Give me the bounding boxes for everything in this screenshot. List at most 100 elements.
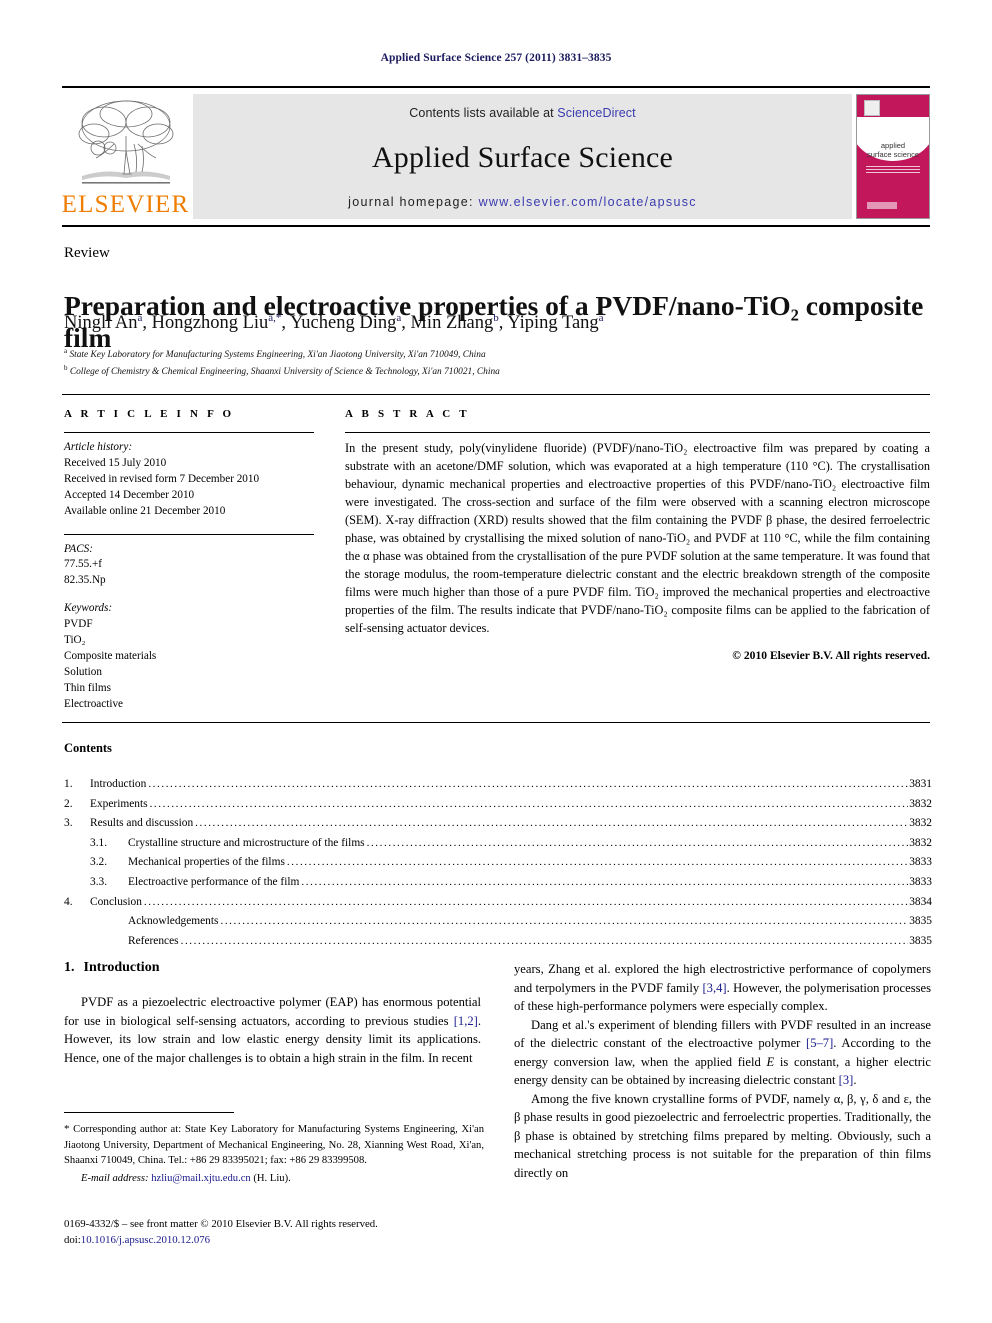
article-info-column: A R T I C L E I N F O Article history: R… <box>64 408 314 713</box>
toc-entry-subnumber: 3.3. <box>90 876 108 889</box>
toc-leader-dots: ........................................… <box>301 876 908 889</box>
toc-entry-number: 1. <box>64 778 73 790</box>
toc-entry-page: 3832 <box>909 817 932 830</box>
abstract-heading: A B S T R A C T <box>345 408 470 420</box>
toc-entry[interactable]: References..............................… <box>64 932 932 952</box>
body-paragraph: Dang et al.'s experiment of blending fil… <box>514 1017 931 1088</box>
toc-entry-label: Experiments <box>90 797 148 810</box>
corresponding-author-text: * Corresponding author at: State Key Lab… <box>64 1123 484 1166</box>
article-info-divider <box>64 432 314 433</box>
toc-entry-label: Crystalline structure and microstructure… <box>128 836 365 849</box>
pacs-label: PACS: <box>64 542 94 555</box>
article-history-label: Article history: <box>64 441 133 453</box>
doi-label: doi: <box>64 1234 81 1247</box>
toc-entry[interactable]: 2. Experiments...........................… <box>64 795 932 815</box>
cover-title-line-2: surface science <box>866 149 920 159</box>
abstract-copyright: © 2010 Elsevier B.V. All rights reserved… <box>732 649 930 663</box>
keyword-item: Solution <box>64 665 102 678</box>
body-paragraph: PVDF as a piezoelectric electroactive po… <box>64 995 481 1065</box>
body-paragraph: years, Zhang et al. explored the high el… <box>514 962 931 1013</box>
toc-entry-number: 4. <box>64 895 73 908</box>
history-item: Available online 21 December 2010 <box>64 504 226 517</box>
toc-entry-page: 3832 <box>909 797 932 810</box>
toc-entry-page: 3831 <box>909 778 932 790</box>
toc-entry[interactable]: 3.2. Mechanical properties of the films..… <box>64 853 932 873</box>
elsevier-wordmark: ELSEVIER <box>61 191 190 218</box>
section-title: Introduction <box>83 960 160 975</box>
journal-article-page: Applied Surface Science 257 (2011) 3831–… <box>0 0 992 1323</box>
elsevier-tree-icon <box>78 100 173 184</box>
toc-entry-subnumber: 3.2. <box>90 856 108 869</box>
toc-entry-page: 3833 <box>909 856 932 869</box>
toc-entry[interactable]: 4. Conclusion............................… <box>64 893 932 913</box>
cover-journal-title: applied surface science <box>857 141 929 160</box>
toc-entry-label: Electroactive performance of the film <box>128 876 300 889</box>
toc-entry-label: Acknowledgements <box>128 915 219 928</box>
affiliation-a-text: State Key Laboratory for Manufacturing S… <box>69 350 486 361</box>
section-heading-introduction: 1. Introduction <box>64 960 481 976</box>
keyword-item: Composite materials <box>64 649 157 662</box>
contents-available-line: Contents lists available at ScienceDirec… <box>409 106 635 120</box>
email-label: E-mail address: <box>81 1172 149 1184</box>
toc-leader-dots: ........................................… <box>220 915 908 928</box>
contents-prefix-text: Contents lists available at <box>409 106 558 120</box>
affiliation-a: a State Key Laboratory for Manufacturing… <box>64 347 486 361</box>
corresponding-author-footnote: * Corresponding author at: State Key Lab… <box>64 1122 484 1186</box>
toc-leader-dots: ........................................… <box>286 856 909 869</box>
toc-leader-dots: ........................................… <box>195 817 909 830</box>
toc-leader-dots: ........................................… <box>180 934 909 947</box>
toc-entry[interactable]: 1. Introduction..........................… <box>64 775 932 795</box>
body-column-right: years, Zhang et al. explored the high el… <box>514 960 931 1182</box>
toc-leader-dots: ........................................… <box>143 895 908 908</box>
toc-entry-page: 3835 <box>909 915 932 928</box>
toc-entry[interactable]: 3.3. Electroactive performance of the fil… <box>64 873 932 893</box>
abstract-text: In the present study, poly(vinylidene fl… <box>345 441 930 635</box>
cover-title-line-1: applied <box>880 140 906 150</box>
affiliation-b-text: College of Chemistry & Chemical Engineer… <box>69 366 500 377</box>
keyword-item: Electroactive <box>64 697 124 710</box>
toc-entry[interactable]: Acknowledgements........................… <box>64 912 932 932</box>
toc-entry-label: Conclusion <box>90 895 142 908</box>
sciencedirect-link[interactable]: ScienceDirect <box>557 106 635 120</box>
pacs-item: 82.35.Np <box>64 574 106 587</box>
keyword-item: Thin films <box>64 681 111 694</box>
issn-copyright-line: 0169-4332/$ – see front matter © 2010 El… <box>64 1218 378 1230</box>
doi-line: doi:10.1016/j.apsusc.2010.12.076 <box>64 1232 494 1248</box>
toc-entry-page: 3834 <box>909 895 932 908</box>
journal-cover-thumbnail: applied surface science <box>856 94 930 219</box>
toc-leader-dots: ........................................… <box>148 778 909 790</box>
abstract-band-bottom-rule <box>62 722 930 723</box>
pacs-item: 77.55.+f <box>64 558 103 571</box>
journal-masthead: ELSEVIER Contents lists available at Sci… <box>62 86 930 227</box>
article-info-heading: A R T I C L E I N F O <box>64 408 235 420</box>
abstract-column: A B S T R A C T In the present study, po… <box>345 408 930 662</box>
cover-texture-lines <box>865 166 921 175</box>
body-column-left: 1. Introduction PVDF as a piezoelectric e… <box>64 960 481 1067</box>
abstract-divider <box>345 432 930 433</box>
doi-link[interactable]: 10.1016/j.apsusc.2010.12.076 <box>81 1234 210 1246</box>
toc-entry-subnumber: 3.1. <box>90 836 108 849</box>
keywords-block: Keywords: PVDF TiO₂ Composite materials … <box>64 601 314 712</box>
abstract-band-top-rule <box>62 394 930 395</box>
article-history-block: Article history: Received 15 July 2010 R… <box>64 440 314 520</box>
keywords-label: Keywords: <box>64 602 113 615</box>
keyword-item: PVDF <box>64 618 93 631</box>
toc-entry-label: Results and discussion <box>90 817 194 830</box>
toc-entry-page: 3832 <box>909 836 932 849</box>
journal-homepage-link[interactable]: www.elsevier.com/locate/apsusc <box>479 195 697 209</box>
toc-entry-page: 3835 <box>909 934 932 947</box>
pacs-divider <box>64 533 314 535</box>
toc-entry[interactable]: 3. Results and discussion................… <box>64 814 932 834</box>
elsevier-logo: ELSEVIER <box>62 94 189 219</box>
section-number: 1. <box>64 960 75 975</box>
masthead-center-panel: Contents lists available at ScienceDirec… <box>193 94 852 219</box>
toc-entry-page: 3833 <box>909 876 932 889</box>
email-suffix: (H. Liu). <box>250 1172 291 1184</box>
toc-leader-dots: ........................................… <box>149 797 909 810</box>
table-of-contents: 1. Introduction..........................… <box>64 775 932 951</box>
toc-entry-label: Introduction <box>90 778 147 790</box>
journal-homepage-line: journal homepage: www.elsevier.com/locat… <box>348 195 697 209</box>
toc-entry[interactable]: 3.1. Crystalline structure and microstruc… <box>64 834 932 854</box>
cover-corner-mark-icon <box>864 99 881 116</box>
email-link[interactable]: hzliu@mail.xjtu.edu.cn <box>151 1173 251 1184</box>
